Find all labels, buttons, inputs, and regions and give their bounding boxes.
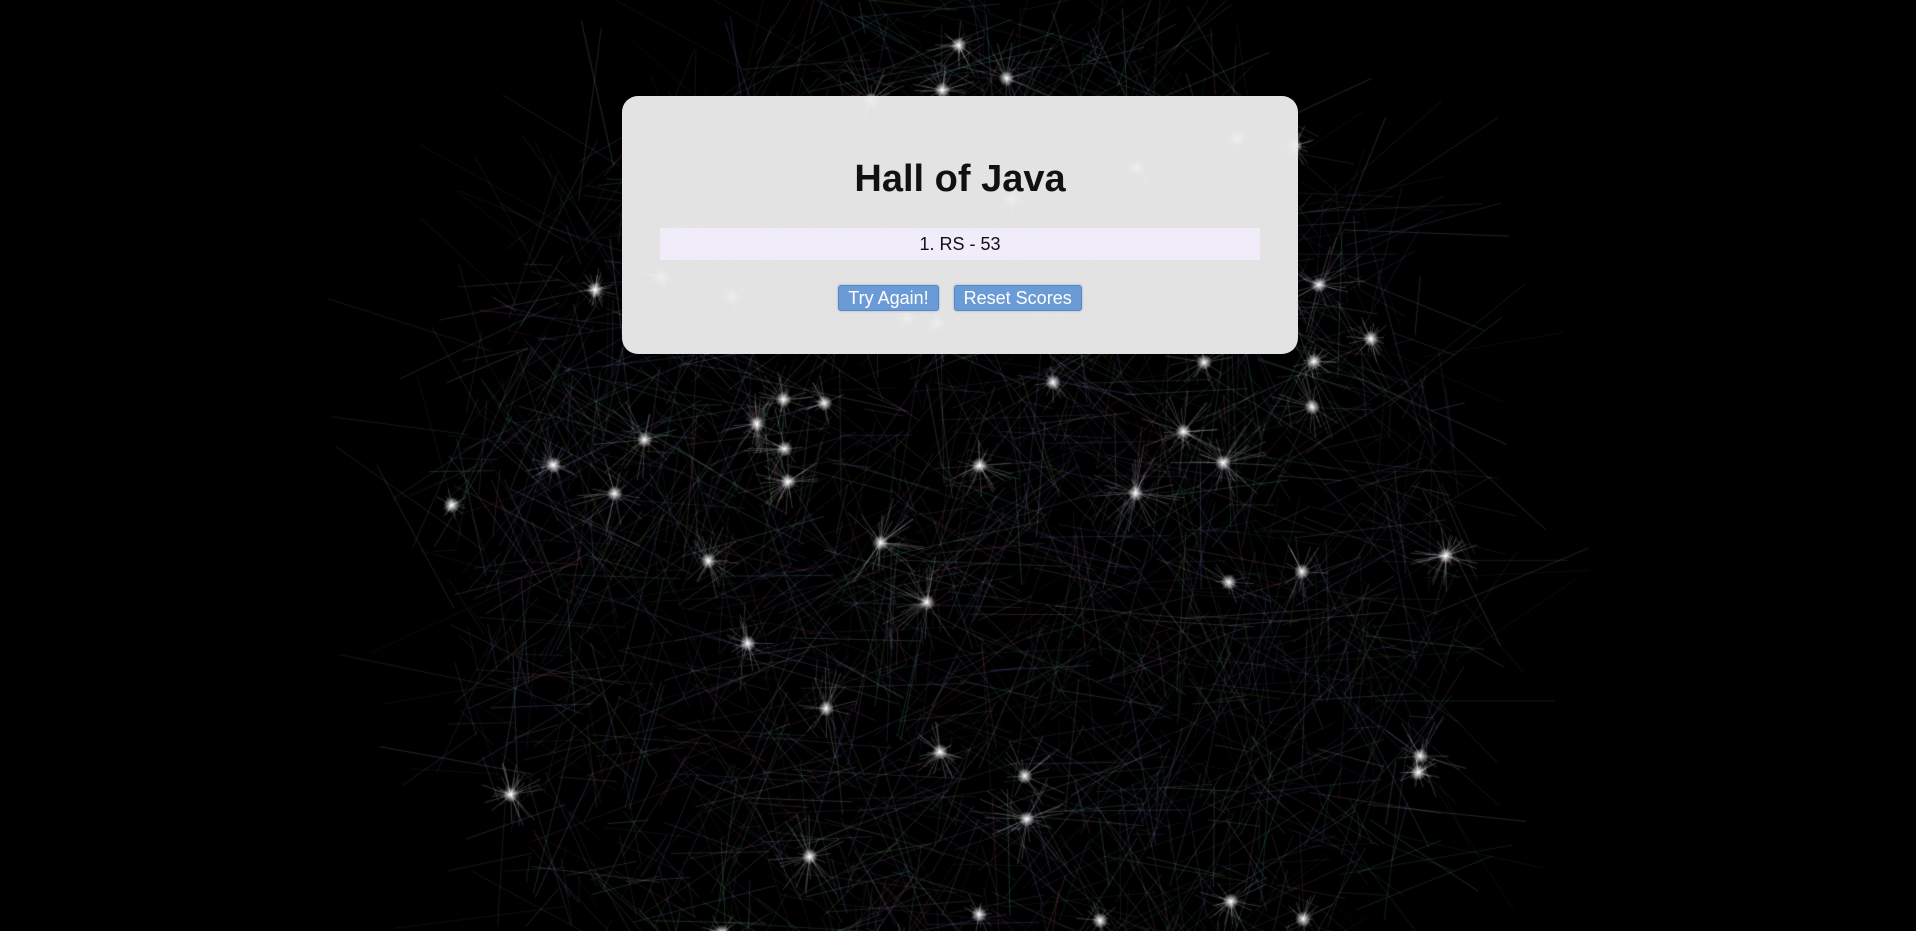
action-buttons: Try Again! Reset Scores: [622, 285, 1298, 311]
hall-of-fame-panel: Hall of Java 1. RS - 53 Try Again! Reset…: [622, 96, 1298, 354]
reset-scores-button[interactable]: Reset Scores: [953, 285, 1082, 311]
score-list: 1. RS - 53: [660, 228, 1260, 260]
score-entry: 1. RS - 53: [660, 228, 1260, 260]
try-again-button[interactable]: Try Again!: [838, 285, 939, 311]
page-title: Hall of Java: [854, 158, 1066, 200]
